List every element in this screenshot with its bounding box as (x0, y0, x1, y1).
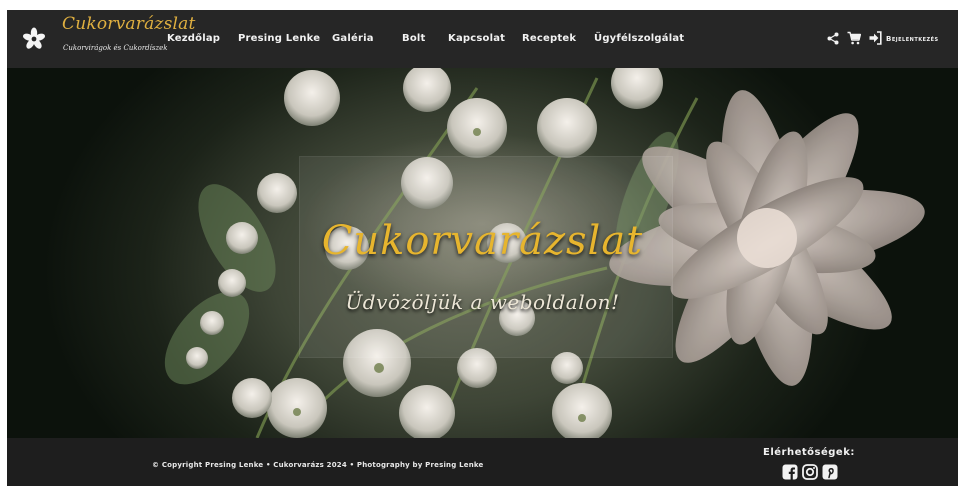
flower-logo-icon[interactable] (22, 27, 46, 51)
nav-item-kezdolap[interactable]: Kezdőlap (167, 33, 220, 44)
page: Cukorvarázslat Cukorvirágok és Cukordísz… (7, 10, 958, 486)
facebook-icon[interactable] (782, 464, 798, 480)
hero-banner: Cukorvarázslat Üdvözöljük a weboldalon! (7, 68, 958, 438)
footer: © Copyright Presing Lenke • Cukorvarázs … (7, 438, 958, 486)
login-button[interactable]: Bejelentkezés (886, 35, 939, 43)
brand-title[interactable]: Cukorvarázslat (62, 14, 196, 34)
nav-item-presing-lenke[interactable]: Presing Lenke (238, 33, 320, 44)
nav-item-receptek[interactable]: Receptek (522, 33, 576, 44)
contact-heading: Elérhetőségek: (763, 447, 855, 458)
brand-subtitle: Cukorvirágok és Cukordíszek (63, 44, 168, 52)
share-icon[interactable] (827, 32, 839, 45)
instagram-icon[interactable] (802, 464, 818, 480)
hero-subtitle: Üdvözöljük a weboldalon! (345, 290, 620, 314)
top-navigation-bar: Cukorvarázslat Cukorvirágok és Cukordísz… (7, 10, 958, 68)
hero-title: Cukorvarázslat (321, 218, 644, 264)
nav-item-kapcsolat[interactable]: Kapcsolat (448, 33, 505, 44)
nav-item-ugyfelszolgalat[interactable]: Ügyfélszolgálat (594, 33, 684, 44)
login-icon[interactable] (869, 31, 882, 45)
pinterest-icon[interactable] (822, 464, 838, 480)
cart-icon[interactable] (847, 31, 861, 45)
copyright-text: © Copyright Presing Lenke • Cukorvarázs … (152, 461, 484, 469)
nav-item-bolt[interactable]: Bolt (402, 33, 426, 44)
nav-item-galeria[interactable]: Galéria (332, 33, 374, 44)
